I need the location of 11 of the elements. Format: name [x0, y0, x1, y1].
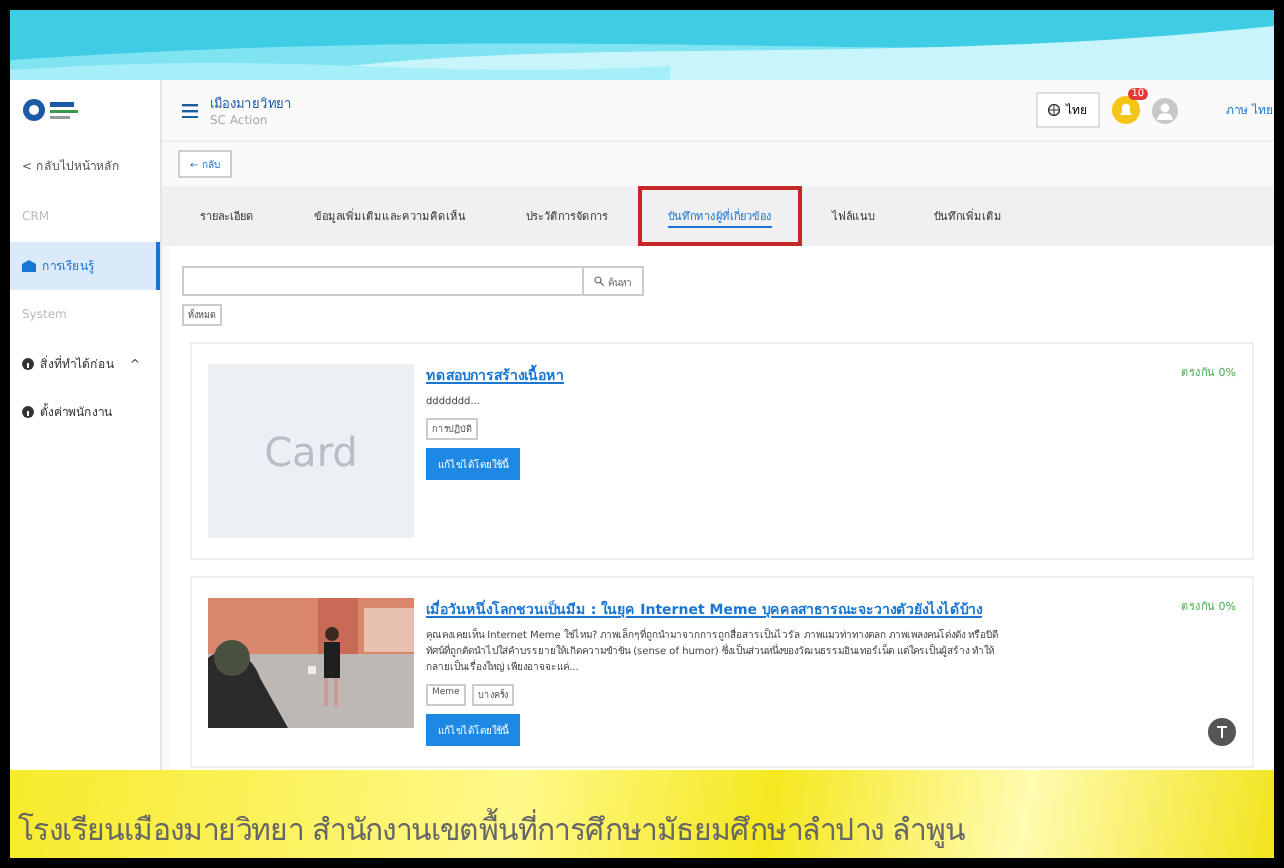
info-icon — [22, 406, 34, 418]
globe-icon — [1048, 104, 1061, 116]
banner-caption: โรงเรียนเมืองมายวิทยา สำนักงานเขตพื้นที่การศึกษามัธยมศึกษาลำปาง ลำพูน — [16, 806, 967, 852]
logo-icon — [22, 96, 82, 124]
avatar-icon — [1152, 97, 1179, 123]
menu-icon — [182, 103, 198, 117]
back-to-top-icon — [1208, 718, 1236, 746]
info-icon — [22, 358, 34, 370]
search-icon — [594, 276, 604, 286]
bell-icon — [1112, 96, 1141, 124]
search-field[interactable] — [182, 266, 584, 296]
